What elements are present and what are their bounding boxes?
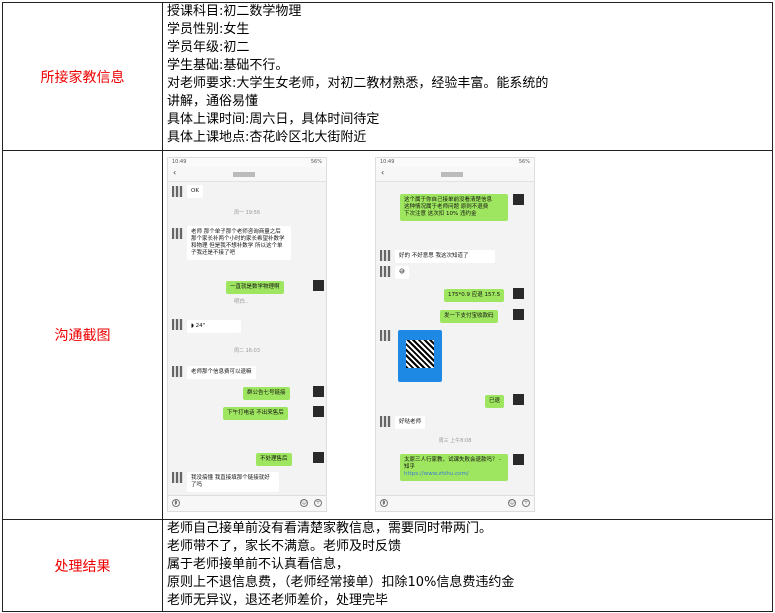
back-icon[interactable]: ‹ [173,169,176,177]
avatar [172,319,183,330]
avatar [380,266,391,277]
voice-input-icon[interactable]: ◗ [380,499,388,507]
chat-header: ‹ [168,167,326,182]
chat-message: 群公告七号链接 [243,387,290,400]
avatar [313,452,324,463]
info-line: 讲解，通俗易懂 [167,94,259,109]
info-line: 具体上课地点:杏花岭区北大街附近 [167,130,367,145]
voice-input-icon[interactable]: ◗ [172,499,180,507]
status-bar: 10:49 56% [168,158,326,167]
info-line: 学员性别:女生 [167,22,250,37]
info-line: 具体上课时间:周六日，具体时间待定 [167,112,380,127]
chat-message-line: 下次注意 这次扣 10% 违约金 [404,211,477,217]
info-line: 对老师要求:大学生女老师，对初二教材熟悉，经验丰富。能系统的 [167,76,549,91]
avatar [513,288,524,299]
screens-cell: 10:49 56% ‹ OK 周一 19:56 老师 那个单子那个老师咨询商量之后… [162,150,773,520]
battery-level: 56% [310,159,322,165]
back-icon[interactable]: ‹ [381,169,384,177]
chat-message: 我没搞懂 我直接填那个链接就好了吗 [187,472,279,492]
avatar [513,194,524,205]
chat-message: 一直就是数学物理啊 [226,281,284,294]
result-line: 老师无异议，退还老师差价，处理完毕 [167,593,389,608]
avatar [513,454,524,465]
avatar [313,280,324,291]
qr-code-pattern [406,340,434,368]
chat-message: 175*0.9 应退 157.5 [444,289,505,302]
result-line: 老师自己接单前没有看清楚家教信息，需要同时带两门。 [167,521,493,536]
add-icon[interactable]: + [314,499,322,507]
chat-message: 已退 [485,395,505,408]
info-line: 学生基础:基础不行。 [167,58,289,73]
result-line: 原则上不退信息费，（老师经常接单）扣除10%信息费违约金 [167,575,515,590]
payment-qr-code[interactable] [398,330,442,382]
chat-screenshot-2: 10:49 56% ‹ 这个属于你自己接单前没看清楚信息 这种情况属于老师问题 原… [375,157,535,512]
chat-message: 明白.. [234,299,249,305]
emoji-message: 😅 [395,266,409,279]
result-line: 老师带不了，家长不满意。老师及时反馈 [167,539,402,554]
chat-message: 不处理售后 [256,453,292,466]
shared-link-message[interactable]: 太原三人行家教，试课失败会退款吗？ - 知乎 https://www.zhihu… [400,454,508,481]
chat-screenshot-1: 10:49 56% ‹ OK 周一 19:56 老师 那个单子那个老师咨询商量之后… [167,157,327,512]
avatar [172,186,183,197]
chat-message: 老师 那个单子那个老师咨询商量之后 那个家长补两个小时的家长希望补数学和物理 但… [187,226,291,260]
result-label: 处理结果 [2,519,163,612]
report-table: 所接家教信息 授课科目:初二数学物理 学员性别:女生 学员年级:初二 学生基础:… [2,2,773,612]
avatar [380,330,391,341]
voice-message[interactable]: ◗ 24" [187,320,241,333]
info-line: 学员年级:初二 [167,40,250,55]
info-line: 授课科目:初二数学物理 [167,4,302,19]
emoji-icon[interactable]: ☺ [300,499,308,507]
add-icon[interactable]: + [522,499,530,507]
result-content: 老师自己接单前没有看清楚家教信息，需要同时带两门。 老师带不了，家长不满意。老师… [162,519,773,612]
emoji-icon[interactable]: ☺ [508,499,516,507]
result-line: 属于老师接单前不认真看信息， [167,557,350,572]
chat-timestamp: 周一 19:56 [234,210,260,216]
info-label: 所接家教信息 [2,2,163,151]
chat-message: 老师那个信息费可以退嘛 [187,366,256,379]
chat-message: OK [187,185,203,198]
avatar [513,309,524,320]
status-bar: 10:49 56% [376,158,534,167]
chat-input-bar[interactable]: ◗ ☺ + [168,495,326,511]
contact-name-blurred [441,172,463,177]
link-title: 太原三人行家教，试课失败会退款吗？ - 知乎 [404,457,502,470]
chat-message: 好哒老师 [395,416,426,429]
avatar [380,416,391,427]
status-time: 10:49 [172,159,187,165]
chat-message: 这个属于你自己接单前没看清楚信息 这种情况属于老师问题 原则不退费 下次注意 这… [400,194,508,221]
chat-message-line: 这种情况属于老师问题 原则不退费 [404,204,489,210]
battery-level: 56% [518,159,530,165]
screens-label: 沟通截图 [2,150,163,520]
avatar [313,386,324,397]
chat-message-line: 这个属于你自己接单前没看清楚信息 [404,197,493,203]
avatar [513,394,524,405]
chat-header: ‹ [376,167,534,182]
link-url[interactable]: https://www.zhihu.com/ [404,471,504,478]
chat-input-bar[interactable]: ◗ ☺ + [376,495,534,511]
avatar [172,228,183,239]
chat-timestamp: 周二 16:03 [234,348,260,354]
chat-message: 发一下支付宝收款码 [440,310,498,323]
voice-duration: 24" [195,323,206,329]
chat-message: 好的 不好意思 我这次知道了 [395,250,495,263]
avatar [313,406,324,417]
info-content: 授课科目:初二数学物理 学员性别:女生 学员年级:初二 学生基础:基础不行。 对… [162,2,773,151]
status-time: 10:49 [380,159,395,165]
avatar [380,250,391,261]
avatar [172,472,183,483]
contact-name-blurred [233,172,255,177]
avatar [172,366,183,377]
chat-timestamp: 周三 上午8:08 [438,438,472,444]
chat-message: 下午打电话 不出来售后 [223,407,288,420]
